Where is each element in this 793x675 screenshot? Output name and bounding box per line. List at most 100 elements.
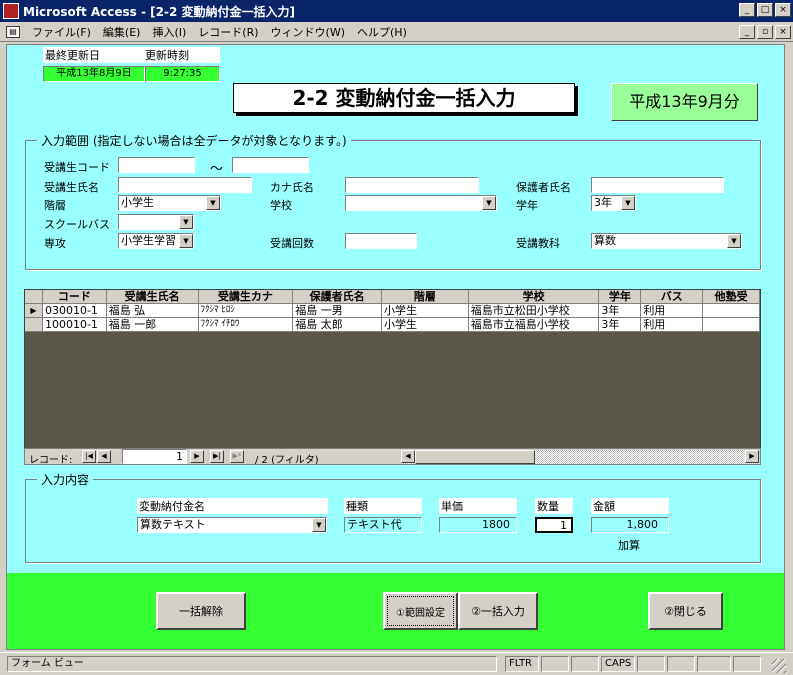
last-update-date-label: 最終更新日	[43, 47, 143, 63]
status-panel	[697, 656, 731, 672]
student-code-from-input[interactable]	[118, 157, 195, 173]
menu-edit[interactable]: 編集(E)	[97, 24, 147, 40]
form-title: 2-2 変動納付金一括入力	[233, 83, 575, 113]
cell-other-school[interactable]	[703, 304, 760, 318]
grade-combo[interactable]: 3年 ▼	[591, 195, 636, 211]
cell-student-kana[interactable]: ﾌｸｼﾏ ﾋﾛｼ	[198, 304, 294, 318]
chevron-down-icon[interactable]: ▼	[312, 518, 326, 532]
status-caps: CAPS	[601, 656, 635, 672]
col-header-bus[interactable]: バス	[641, 290, 704, 304]
col-header-school[interactable]: 学校	[468, 290, 600, 304]
add-label: 加算	[618, 539, 640, 552]
cell-student-name[interactable]: 福島 一郎	[106, 318, 199, 332]
chevron-down-icon[interactable]: ▼	[482, 196, 496, 210]
cell-school[interactable]: 福島市立松田小学校	[468, 304, 600, 318]
cell-school[interactable]: 福島市立福島小学校	[468, 318, 600, 332]
record-count-text: / 2 (フィルタ)	[255, 455, 319, 466]
table-row[interactable]: 100010-1 福島 一郎 ﾌｸｼﾏ ｲﾁﾛｳ 福島 太郎 小学生 福島市立福…	[25, 318, 760, 332]
attendance-count-input[interactable]	[345, 233, 417, 249]
col-header-grade[interactable]: 学年	[599, 290, 642, 304]
doc-restore-button[interactable]: ▫	[757, 25, 773, 39]
access-app-icon[interactable]	[3, 3, 19, 19]
menu-insert[interactable]: 挿入(I)	[146, 24, 192, 40]
major-combo[interactable]: 小学生学習 ▼	[118, 233, 194, 249]
last-record-button[interactable]: ▶|	[210, 450, 224, 463]
cell-bus[interactable]: 利用	[641, 304, 704, 318]
menu-bar: ▤ ファイル(F) 編集(E) 挿入(I) レコード(R) ウィンドウ(W) ヘ…	[0, 22, 793, 42]
chevron-down-icon[interactable]: ▼	[206, 196, 220, 210]
title-bar: Microsoft Access - [2-2 変動納付金一括入力] _ □ ×	[0, 0, 793, 22]
col-header-student-kana[interactable]: 受講生カナ	[198, 290, 294, 304]
status-panel	[571, 656, 599, 672]
cell-grade[interactable]: 3年	[599, 318, 642, 332]
current-record-input[interactable]: 1	[122, 449, 187, 464]
unit-price-label: 単価	[439, 498, 517, 514]
cell-student-kana[interactable]: ﾌｸｼﾏ ｲﾁﾛｳ	[198, 318, 294, 332]
set-range-button[interactable]: ①範囲設定	[383, 592, 458, 630]
level-combo[interactable]: 小学生 ▼	[118, 195, 221, 211]
minimize-button[interactable]: _	[739, 3, 755, 17]
guardian-name-input[interactable]	[591, 177, 724, 193]
cell-guardian-name[interactable]: 福島 一男	[293, 304, 383, 318]
doc-minimize-button[interactable]: _	[739, 25, 755, 39]
col-header-level[interactable]: 階層	[382, 290, 469, 304]
record-selector[interactable]	[25, 318, 43, 332]
col-header-other-school[interactable]: 他塾受	[703, 290, 760, 304]
next-record-button[interactable]: ▶	[190, 450, 204, 463]
resize-grip-icon[interactable]	[772, 659, 786, 673]
school-bus-combo[interactable]: ▼	[118, 214, 194, 230]
doc-close-button[interactable]: ×	[775, 25, 791, 39]
cancel-all-button[interactable]: 一括解除	[156, 592, 246, 630]
menu-window[interactable]: ウィンドウ(W)	[265, 24, 351, 40]
cell-other-school[interactable]	[703, 318, 760, 332]
close-form-button[interactable]: ②閉じる	[648, 592, 723, 630]
select-all-corner[interactable]	[25, 290, 43, 304]
student-code-to-input[interactable]	[232, 157, 309, 173]
prev-record-button[interactable]: ◀	[97, 450, 111, 463]
maximize-button[interactable]: □	[757, 3, 773, 17]
student-name-input[interactable]	[118, 177, 252, 193]
fee-name-combo[interactable]: 算数テキスト ▼	[137, 517, 327, 533]
cell-student-name[interactable]: 福島 弘	[106, 304, 199, 318]
record-navigation-bar: レコード: |◀ ◀ 1 ▶ ▶| ▶* / 2 (フィルタ) ◀ ▶	[24, 448, 761, 466]
update-time-label: 更新時刻	[143, 47, 220, 63]
menu-file[interactable]: ファイル(F)	[26, 24, 97, 40]
col-header-guardian-name[interactable]: 保護者氏名	[293, 290, 383, 304]
quantity-input[interactable]: 1	[535, 517, 573, 533]
menu-help[interactable]: ヘルプ(H)	[351, 24, 413, 40]
cell-code[interactable]: 100010-1	[42, 318, 107, 332]
scroll-left-icon[interactable]: ◀	[401, 450, 415, 463]
scroll-thumb[interactable]	[415, 450, 535, 464]
col-header-student-name[interactable]: 受講生氏名	[106, 290, 199, 304]
col-header-code[interactable]: コード	[42, 290, 107, 304]
scroll-right-icon[interactable]: ▶	[745, 450, 759, 463]
kana-name-input[interactable]	[345, 177, 479, 193]
cell-level[interactable]: 小学生	[382, 318, 469, 332]
school-label: 学校	[270, 199, 292, 212]
cell-grade[interactable]: 3年	[599, 304, 642, 318]
status-panel	[541, 656, 569, 672]
chevron-down-icon[interactable]: ▼	[621, 196, 635, 210]
cell-code[interactable]: 030010-1	[42, 304, 107, 318]
horizontal-scrollbar[interactable]: ◀ ▶	[401, 450, 759, 464]
bulk-input-button[interactable]: ②一括入力	[458, 592, 538, 630]
menu-records[interactable]: レコード(R)	[192, 24, 264, 40]
quantity-label: 数量	[535, 498, 573, 514]
chevron-down-icon[interactable]: ▼	[179, 215, 193, 229]
table-row[interactable]: ▶ 030010-1 福島 弘 ﾌｸｼﾏ ﾋﾛｼ 福島 一男 小学生 福島市立松…	[25, 304, 760, 318]
cell-bus[interactable]: 利用	[641, 318, 704, 332]
form-icon[interactable]: ▤	[6, 25, 20, 38]
chevron-down-icon[interactable]: ▼	[179, 234, 193, 248]
cell-level[interactable]: 小学生	[382, 304, 469, 318]
first-record-button[interactable]: |◀	[82, 450, 96, 463]
last-update-date-value: 平成13年8月9日	[43, 66, 145, 82]
range-tilde: ～	[210, 162, 224, 177]
subject-combo[interactable]: 算数 ▼	[591, 233, 742, 249]
record-selector-current-icon[interactable]: ▶	[25, 304, 43, 318]
cell-guardian-name[interactable]: 福島 太郎	[293, 318, 383, 332]
school-combo[interactable]: ▼	[345, 195, 497, 211]
new-record-button[interactable]: ▶*	[230, 450, 244, 463]
chevron-down-icon[interactable]: ▼	[727, 234, 741, 248]
close-button[interactable]: ×	[775, 3, 791, 17]
guardian-name-label: 保護者氏名	[516, 181, 571, 194]
